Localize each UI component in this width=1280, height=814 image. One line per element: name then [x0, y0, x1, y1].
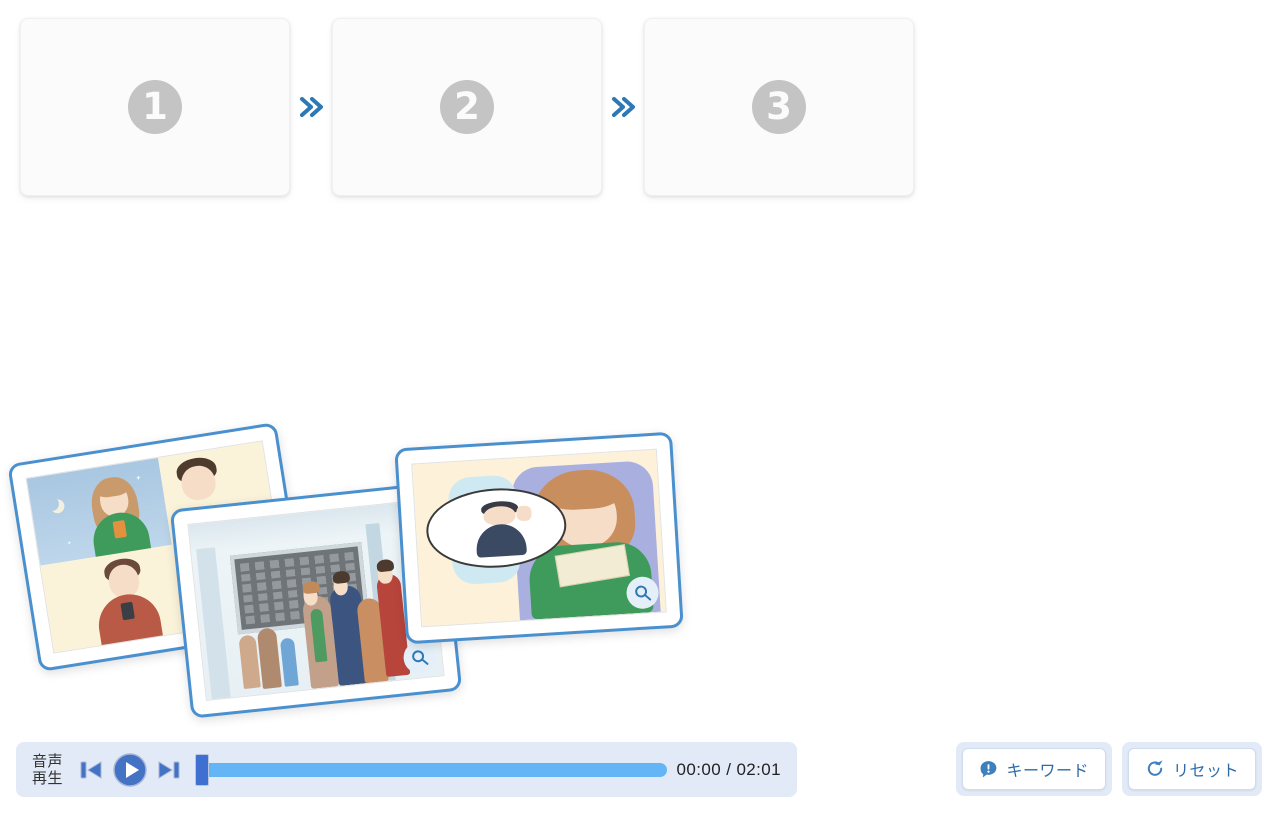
reset-button[interactable]: リセット	[1127, 748, 1256, 790]
play-circle-icon[interactable]	[111, 751, 149, 789]
seek-area: 00:00 / 02:01	[195, 742, 785, 797]
exclamation-bubble-icon	[979, 760, 998, 779]
reset-button-wrapper: リセット	[1121, 742, 1262, 796]
audio-player-label: 音声 再生	[32, 753, 63, 787]
keyword-button-wrapper: キーワード	[956, 742, 1112, 796]
progress-thumb[interactable]	[195, 753, 210, 786]
reset-button-label: リセット	[1172, 763, 1239, 780]
circled-number-two-icon: 2	[440, 80, 494, 134]
circled-number-one-icon: 1	[128, 80, 182, 134]
card-illustration	[411, 448, 667, 628]
keyword-button[interactable]: キーワード	[962, 748, 1106, 790]
skip-previous-icon[interactable]	[77, 756, 105, 784]
double-chevron-right-icon	[290, 92, 332, 122]
skip-next-icon[interactable]	[155, 756, 183, 784]
progress-slider[interactable]	[195, 753, 667, 786]
dropzone-slot-3[interactable]: 3	[644, 18, 914, 196]
rotate-refresh-icon	[1145, 759, 1165, 779]
time-display: 00:00 / 02:01	[676, 759, 781, 779]
photo-card[interactable]	[394, 431, 684, 645]
audio-player-label-line2: 再生	[32, 769, 64, 787]
action-button-bar: キーワード リセット	[956, 742, 1262, 796]
double-chevron-right-icon-2	[602, 92, 644, 122]
dropzone-slot-2[interactable]: 2	[332, 18, 602, 196]
circled-number-three-icon: 3	[752, 80, 806, 134]
transport-controls	[77, 751, 183, 789]
photo-card-stack	[0, 420, 700, 720]
moon-icon	[44, 496, 60, 512]
dropzone-slot-1[interactable]: 1	[20, 18, 290, 196]
audio-player-label-line1: 音声	[32, 752, 64, 770]
keyword-button-label: キーワード	[1006, 763, 1089, 780]
audio-player-bar: 音声 再生 00:00 / 02:01	[16, 742, 797, 797]
progress-track	[197, 762, 667, 777]
dropzone-row: 1 2 3	[20, 18, 914, 196]
